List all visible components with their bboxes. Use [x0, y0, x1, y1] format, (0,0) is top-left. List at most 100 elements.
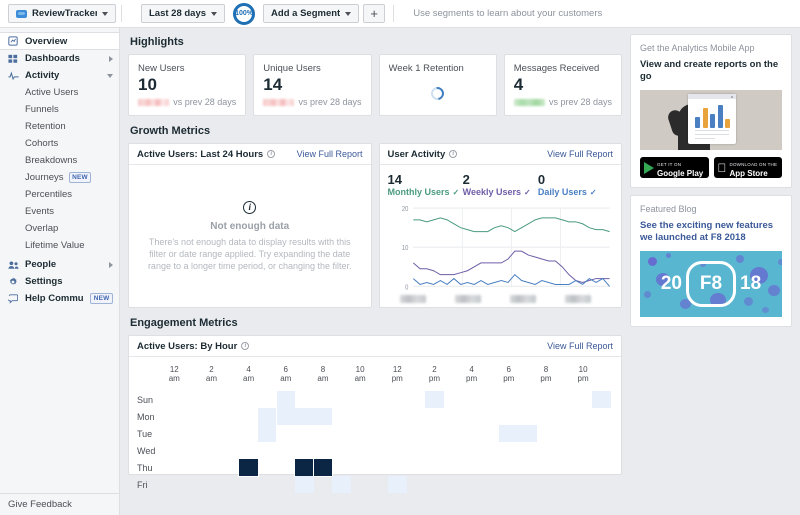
sidebar-item-dashboards[interactable]: Dashboards: [0, 50, 119, 67]
engagement-metrics-title: Engagement Metrics: [130, 317, 238, 329]
heatmap-column-label: 2 pm: [428, 365, 441, 383]
heatmap-cell[interactable]: [295, 476, 314, 493]
heatmap-cell[interactable]: [276, 391, 296, 408]
sidebar-item-people[interactable]: People: [0, 256, 119, 273]
sidebar-item-label: Dashboards: [25, 53, 80, 64]
heatmap-row-label: Wed: [137, 446, 156, 456]
app-store-button[interactable]:  Download on the App Store: [713, 157, 782, 178]
heatmap-cell[interactable]: [313, 408, 333, 425]
add-segment-button[interactable]: +: [363, 4, 386, 23]
store-badges: GET IT ON Google Play  Download on the …: [640, 157, 782, 178]
sampling-percent-indicator[interactable]: 100%: [233, 2, 256, 25]
sidebar-subitem-percentiles[interactable]: Percentiles: [0, 186, 119, 203]
sidebar-subitem-journeys[interactable]: Journeys NEW: [0, 169, 119, 186]
heatmap-cell[interactable]: [499, 425, 519, 442]
panel-header: Active Users: By Hour i View Full Report: [129, 336, 621, 357]
sidebar-item-label: Settings: [25, 276, 63, 287]
view-full-report-link[interactable]: View Full Report: [297, 149, 363, 159]
sidebar-item-settings[interactable]: Settings: [0, 273, 119, 290]
svg-text:10: 10: [401, 245, 408, 253]
legend-monthly-users[interactable]: 14 Monthly Users ✓: [388, 172, 463, 197]
heatmap-cell[interactable]: [295, 408, 314, 425]
heatmap-cell[interactable]: [425, 391, 444, 408]
heatmap-cell[interactable]: [387, 476, 407, 493]
people-icon: [7, 260, 19, 270]
panel-title: Active Users: By Hour: [137, 340, 238, 352]
sidebar-subitem-overlap[interactable]: Overlap: [0, 220, 119, 237]
date-range-selector[interactable]: Last 28 days: [141, 4, 226, 23]
store-name: Google Play: [657, 169, 704, 178]
heatmap-cell[interactable]: [257, 408, 277, 425]
heatmap-cell[interactable]: [312, 458, 334, 477]
heatmap-column-label: 12 am: [168, 365, 180, 383]
chevron-down-icon: [102, 11, 108, 16]
view-full-report-link[interactable]: View Full Report: [547, 149, 613, 159]
panel-header: Active Users: Last 24 Hours i View Full …: [129, 144, 371, 165]
redacted-x-tick: [509, 295, 536, 303]
legend-weekly-users[interactable]: 2 Weekly Users ✓: [463, 172, 538, 197]
card-comparison-label: vs prev 28 days: [298, 97, 362, 107]
heatmap-column-label: 4 am: [243, 365, 255, 383]
heatmap-cell[interactable]: [257, 425, 277, 442]
info-icon[interactable]: i: [241, 342, 250, 350]
sidebar-item-label: Activity: [25, 70, 60, 81]
sidebar-subitem-events[interactable]: Events: [0, 203, 119, 220]
card-comparison-label: vs prev 28 days: [173, 97, 237, 107]
growth-metrics-title: Growth Metrics: [130, 125, 211, 137]
highlight-card-unique-users[interactable]: Unique Users 14 vs prev 28 days: [253, 54, 372, 116]
sidebar-subitem-label: Percentiles: [25, 189, 72, 200]
sidebar-subitem-funnels[interactable]: Funnels: [0, 101, 119, 118]
card-comparison-label: vs prev 28 days: [548, 97, 612, 107]
heatmap-row-label: Thu: [137, 463, 153, 473]
heatmap-cell[interactable]: [276, 408, 296, 425]
view-full-report-link[interactable]: View Full Report: [547, 341, 613, 351]
highlight-card-week-1-retention[interactable]: Week 1 Retention: [378, 54, 497, 116]
store-kicker: Download on the: [720, 162, 777, 167]
sidebar-subitem-active-users[interactable]: Active Users: [0, 84, 119, 101]
analytics-dashboard: ReviewTrackers Last 28 days 100% Add a S…: [0, 0, 800, 515]
growth-metrics-row: Active Users: Last 24 Hours i View Full …: [128, 143, 622, 308]
heatmap-cell[interactable]: [238, 458, 259, 477]
highlight-card-new-users[interactable]: New Users 10 vs prev 28 days: [128, 54, 247, 116]
segment-selector[interactable]: Add a Segment: [263, 4, 360, 23]
toolbar-divider: [393, 5, 395, 22]
app-logo-icon: [16, 9, 27, 18]
heatmap-cell[interactable]: [518, 425, 537, 442]
give-feedback-link[interactable]: Give Feedback: [0, 493, 119, 515]
heatmap-column-label: 6 pm: [503, 365, 515, 383]
heatmap-cell[interactable]: [332, 476, 351, 493]
main-content: Highlights New Users 10 vs prev 28 days …: [120, 28, 630, 515]
legend-daily-users[interactable]: 0 Daily Users ✓: [538, 172, 613, 197]
heatmap-cell[interactable]: [592, 391, 611, 408]
heatmap-column-label: 12 pm: [391, 365, 403, 383]
card-title: Week 1 Retention: [388, 63, 464, 74]
highlight-card-messages-received[interactable]: Messages Received 4 vs prev 28 days: [503, 54, 622, 116]
phone-statusbar: [688, 94, 736, 99]
legend-label: Daily Users: [537, 187, 587, 197]
overview-icon: [7, 36, 19, 46]
card-featured-blog: Featured Blog See the exciting new featu…: [630, 195, 792, 327]
redacted-delta: [138, 98, 170, 106]
user-activity-legend: 14 Monthly Users ✓ 2 Weekly Users ✓ 0 Da…: [388, 172, 614, 197]
f8-logo: F8: [686, 261, 736, 307]
empty-state-body: There's not enough data to display resul…: [147, 236, 352, 271]
sidebar-subitem-cohorts[interactable]: Cohorts: [0, 135, 119, 152]
info-icon[interactable]: i: [449, 150, 458, 158]
account-selector[interactable]: ReviewTrackers: [8, 4, 116, 23]
line-chart-svg: 0 10 20: [401, 206, 614, 292]
sidebar-item-help-community[interactable]: Help Community NEW: [0, 290, 119, 307]
sidebar-item-activity[interactable]: Activity: [0, 67, 119, 84]
panel-active-users-by-hour: Active Users: By Hour i View Full Report…: [128, 335, 622, 493]
sidebar-subitem-retention[interactable]: Retention: [0, 118, 119, 135]
date-range-label: Last 28 days: [149, 8, 207, 19]
heatmap-cell[interactable]: [294, 458, 315, 477]
sidebar-item-label: People: [25, 259, 57, 270]
blog-headline-link[interactable]: See the exciting new features we launche…: [640, 220, 782, 244]
sidebar-item-overview[interactable]: Overview: [0, 32, 119, 50]
info-icon[interactable]: i: [267, 150, 276, 158]
sidebar-subitem-lifetime-value[interactable]: Lifetime Value: [0, 237, 119, 254]
sidebar-subitem-breakdowns[interactable]: Breakdowns: [0, 152, 119, 169]
card-value: 4: [513, 75, 524, 94]
gear-icon: [7, 277, 19, 287]
google-play-button[interactable]: GET IT ON Google Play: [640, 157, 709, 178]
